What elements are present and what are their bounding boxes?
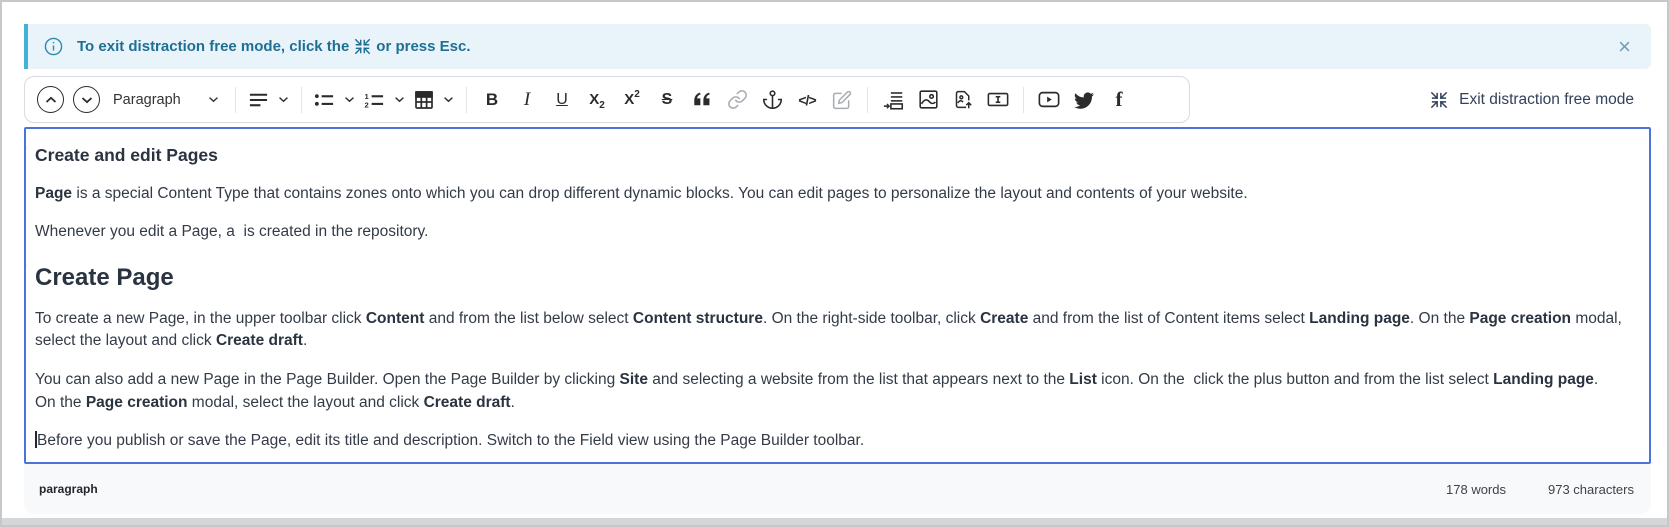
distraction-free-editor: To exit distraction free mode, click the… <box>0 0 1669 527</box>
alignment-dropdown[interactable] <box>244 81 293 119</box>
block-quote-icon <box>692 91 712 108</box>
input-field-icon <box>987 92 1009 107</box>
code-icon: </> <box>798 92 815 108</box>
facebook-button[interactable]: f <box>1102 81 1136 119</box>
toolbar-divider <box>235 87 236 113</box>
numbered-list-icon: 12 <box>364 91 385 109</box>
editor-paragraph[interactable]: Before you publish or save the Page, edi… <box>35 430 1623 453</box>
character-count: 973 characters <box>1548 482 1634 497</box>
bold-button[interactable]: B <box>475 81 509 119</box>
notice-text: To exit distraction free mode, click the… <box>77 38 471 55</box>
word-count: 178 words <box>1446 482 1506 497</box>
chevron-down-icon <box>208 96 219 103</box>
text-alignment-icon <box>248 91 269 109</box>
insert-table-dropdown[interactable] <box>410 81 458 119</box>
anchor-button[interactable] <box>755 81 789 119</box>
insert-table-icon <box>414 90 434 110</box>
chevron-down-icon <box>394 96 405 103</box>
subscript-button[interactable]: X2 <box>580 81 614 119</box>
editor-heading[interactable]: ⁄Create and edit Pages <box>35 143 1623 169</box>
heading-marker-icon: ⁄ <box>24 145 26 161</box>
chevron-down-icon <box>278 96 289 103</box>
numbered-list-dropdown[interactable]: 12 <box>360 81 409 119</box>
editor-paragraph[interactable]: You can also add a new Page in the Page … <box>35 369 1623 414</box>
edit-source-icon <box>832 90 852 110</box>
underline-icon: U <box>556 91 568 109</box>
svg-text:2: 2 <box>364 100 368 108</box>
element-path-item[interactable]: paragraph <box>39 482 98 496</box>
italic-button[interactable]: I <box>510 81 544 119</box>
link-icon <box>727 89 748 110</box>
page-bottom-strip <box>2 518 1667 525</box>
youtube-button[interactable] <box>1032 81 1066 119</box>
bulleted-list-dropdown[interactable] <box>310 81 359 119</box>
move-down-button[interactable] <box>73 86 100 113</box>
chevron-down-icon <box>344 96 355 103</box>
strikethrough-icon: S <box>662 91 673 109</box>
superscript-button[interactable]: X2 <box>615 81 649 119</box>
input-field-button[interactable] <box>981 81 1015 119</box>
heading-marker-icon: ⁄ <box>24 262 26 278</box>
move-up-icon <box>45 96 57 104</box>
heading-dropdown[interactable]: Paragraph <box>105 81 227 119</box>
bulleted-list-icon <box>314 91 335 109</box>
distraction-free-notice: To exit distraction free mode, click the… <box>24 24 1651 69</box>
insert-image-button[interactable] <box>911 81 945 119</box>
edit-source-button[interactable] <box>825 81 859 119</box>
heading-dropdown-label: Paragraph <box>113 92 181 108</box>
counters: 178 words 973 characters <box>1446 482 1634 497</box>
exit-distraction-free-label: Exit distraction free mode <box>1459 91 1634 109</box>
block-quote-button[interactable] <box>685 81 719 119</box>
twitter-button[interactable] <box>1067 81 1101 119</box>
exit-distraction-free-icon <box>1430 91 1448 109</box>
toolbar-divider <box>867 87 868 113</box>
toolbar-divider <box>301 87 302 113</box>
collapse-icon <box>354 38 371 55</box>
superscript-icon: X2 <box>624 91 640 108</box>
underline-button[interactable]: U <box>545 81 579 119</box>
bold-icon: B <box>486 90 498 110</box>
facebook-icon: f <box>1116 87 1123 112</box>
move-down-icon <box>81 96 93 104</box>
move-up-button[interactable] <box>37 86 64 113</box>
notice-text-after: or press Esc. <box>376 38 470 55</box>
exit-distraction-free-button[interactable]: Exit distraction free mode <box>1430 76 1634 123</box>
notice-text-before: To exit distraction free mode, click the <box>77 38 349 55</box>
info-icon <box>44 37 63 56</box>
chevron-down-icon <box>443 96 454 103</box>
embed-content-button[interactable] <box>876 81 910 119</box>
anchor-icon <box>762 89 783 110</box>
italic-icon: I <box>524 89 530 111</box>
editor-heading[interactable]: ⁄Create Page <box>35 260 1623 295</box>
upload-image-button[interactable] <box>946 81 980 119</box>
close-icon[interactable]: × <box>1612 34 1637 60</box>
editor-paragraph[interactable]: Whenever you edit a Page, a is created i… <box>35 221 1623 244</box>
editor-toolbar: Paragraph 12 B I U X2 X2 S <box>24 76 1190 123</box>
youtube-icon <box>1038 91 1060 108</box>
toolbar-divider <box>1023 87 1024 113</box>
editor-status-bar: paragraph 178 words 973 characters <box>24 464 1651 514</box>
twitter-icon <box>1074 90 1094 110</box>
editor-content[interactable]: ⁄Create and edit Pages Page is a special … <box>24 127 1651 464</box>
upload-image-icon <box>953 89 974 110</box>
link-button[interactable] <box>720 81 754 119</box>
insert-image-icon <box>918 89 939 110</box>
strikethrough-button[interactable]: S <box>650 81 684 119</box>
editor-paragraph[interactable]: Page is a special Content Type that cont… <box>35 183 1623 206</box>
embed-content-icon <box>883 90 904 110</box>
toolbar-divider <box>466 87 467 113</box>
editor-paragraph[interactable]: To create a new Page, in the upper toolb… <box>35 308 1623 353</box>
subscript-icon: X2 <box>589 91 605 108</box>
code-button[interactable]: </> <box>790 81 824 119</box>
